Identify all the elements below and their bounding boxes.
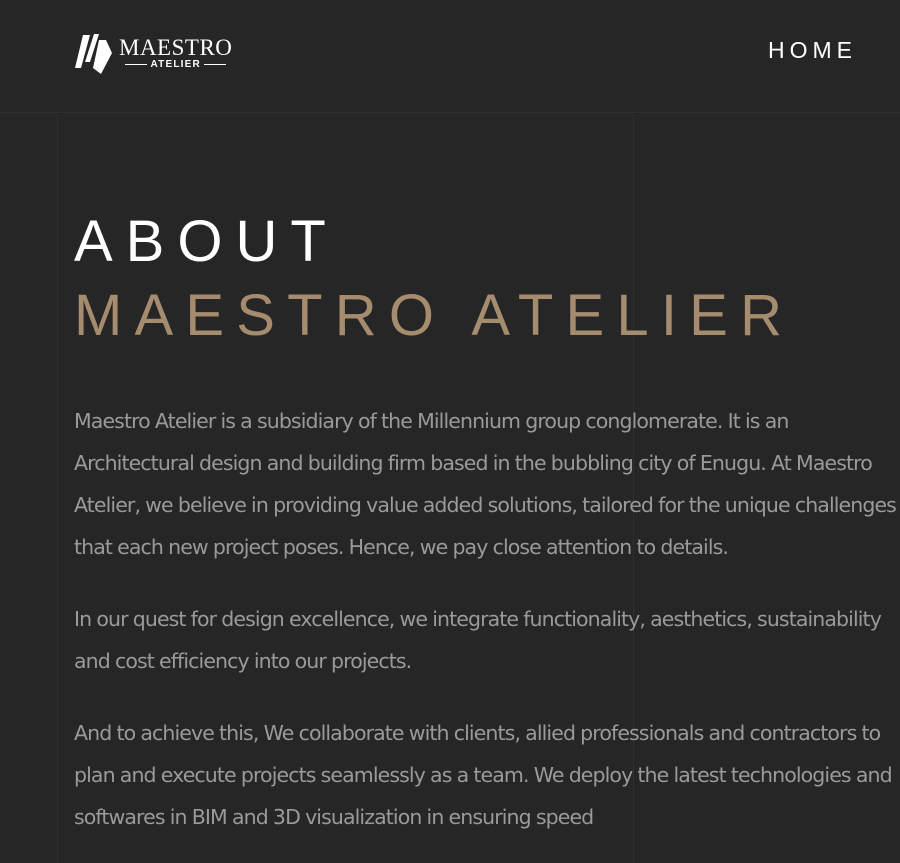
page-title-line-1: ABOUT	[74, 209, 339, 274]
logo-rule-left	[125, 64, 148, 65]
nav-link-home[interactable]: HOME	[768, 37, 857, 63]
about-paragraph-3: And to achieve this, We collaborate with…	[74, 721, 893, 829]
logo-sub-text: ATELIER	[150, 58, 201, 70]
about-paragraph-2: In our quest for design excellence, we i…	[74, 607, 882, 673]
site-logo[interactable]: MAESTRO ATELIER	[75, 32, 232, 74]
about-paragraph-1: Maestro Atelier is a subsidiary of the M…	[74, 409, 897, 559]
main-nav: HOME	[768, 37, 857, 64]
maestro-atelier-logo-mark-icon	[75, 34, 112, 74]
logo-rule-right	[203, 64, 226, 65]
about-content: Maestro Atelier is a subsidiary of the M…	[74, 400, 897, 863]
page-title: ABOUT MAESTRO ATELIER	[74, 206, 794, 354]
logo-wordmark: MAESTRO ATELIER	[119, 34, 233, 70]
page-title-line-2: MAESTRO ATELIER	[74, 283, 795, 348]
logo-main-text: MAESTRO	[119, 34, 233, 60]
site-header: MAESTRO ATELIER HOME	[0, 0, 900, 113]
grid-line-left	[57, 114, 58, 863]
logo-sub-row: ATELIER	[125, 58, 226, 70]
